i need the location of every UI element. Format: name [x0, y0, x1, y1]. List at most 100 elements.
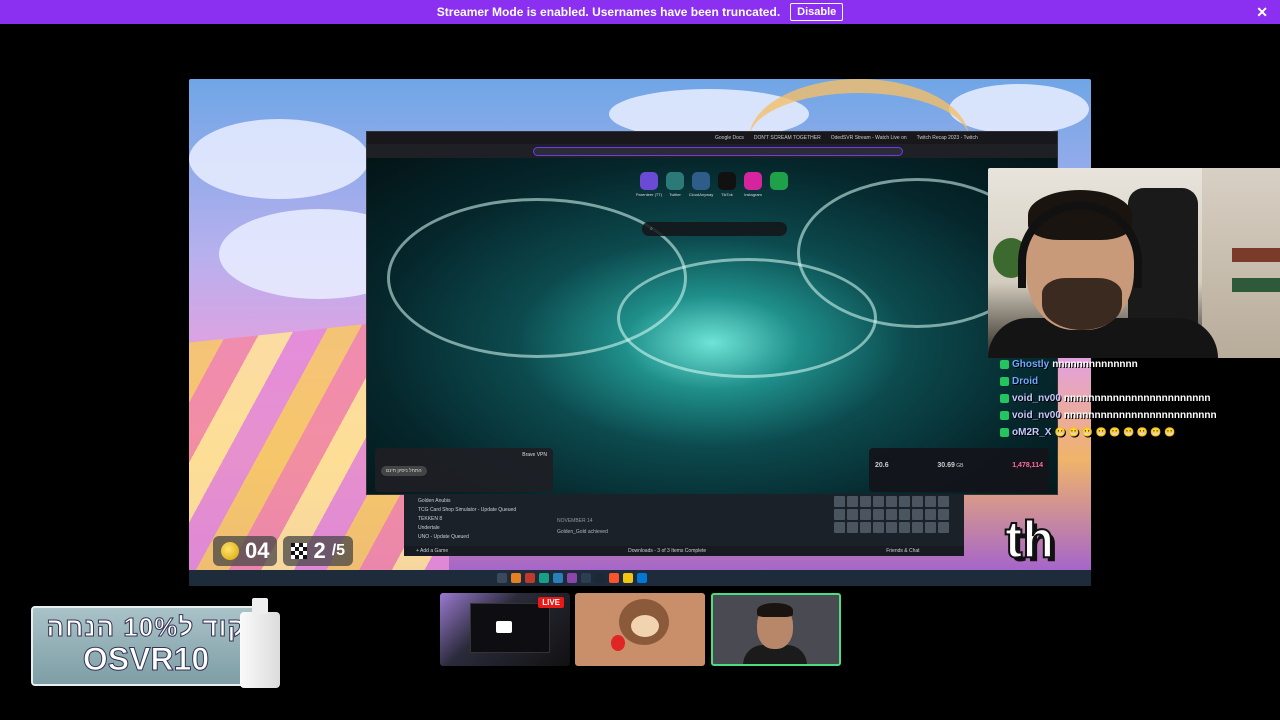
app-icon[interactable] — [511, 573, 521, 583]
shortcut-tile[interactable]: Twitter — [665, 172, 685, 197]
app-icon[interactable] — [567, 573, 577, 583]
steam-icon[interactable] — [595, 573, 605, 583]
badge-icon — [1000, 394, 1009, 403]
list-item[interactable]: TEKKEN 8 — [418, 516, 516, 522]
balloon-icon — [611, 635, 625, 651]
friends-chat-button[interactable]: Friends & Chat — [886, 548, 919, 554]
shortcut-tiles: Parenteer (TT) Twitter CloudAnyway TikTo… — [636, 172, 789, 197]
screen-share-icon — [496, 621, 512, 633]
close-icon[interactable]: ✕ — [1256, 4, 1268, 21]
windows-taskbar — [189, 570, 1091, 586]
chat-message: Droid — [1000, 373, 1240, 390]
list-item[interactable]: TCG Card Shop Simulator - Update Queued — [418, 507, 516, 513]
stream-thumbnail-bear[interactable] — [575, 593, 705, 666]
chat-text: nnnnnnnnnnnnnn — [1052, 359, 1138, 370]
chat-message: void_nv00 nnnnnnnnnnnnnnnnnnnnnnnn — [1000, 390, 1240, 407]
chat-message: void_nv00 nnnnnnnnnnnnnnnnnnnnnnnnn — [1000, 407, 1240, 424]
downloads-status[interactable]: Downloads - 3 of 3 Items Complete — [628, 548, 706, 554]
stream-thumbnail-live[interactable]: LIVE — [440, 593, 570, 666]
stat-value: 30.69 — [937, 462, 955, 469]
shortcut-tile[interactable] — [769, 172, 789, 197]
chat-username: void_nv00 — [1012, 393, 1061, 404]
chat-username: Droid — [1012, 376, 1039, 387]
list-item[interactable]: Golden Anubis — [418, 498, 516, 504]
windows-icon[interactable] — [637, 573, 647, 583]
disable-button[interactable]: Disable — [790, 3, 844, 21]
brave-icon[interactable] — [609, 573, 619, 583]
ocean-wallpaper — [367, 158, 1057, 494]
browser-tab[interactable]: DON'T SCREAM TOGETHER — [754, 135, 821, 141]
badge-icon — [1000, 360, 1009, 369]
game-hud: 04 2/5 — [213, 536, 354, 566]
cloud-decoration — [949, 84, 1089, 134]
shared-browser-window: Google Docs DON'T SCREAM TOGETHER OdedSV… — [366, 131, 1058, 495]
browser-toolbar — [367, 144, 1057, 158]
steam-footer: + Add a Game Downloads - 3 of 3 Items Co… — [404, 546, 964, 556]
stat-value: 20.6 — [875, 462, 889, 469]
list-item[interactable]: Undertale — [418, 525, 516, 531]
stat-unit: GB — [956, 463, 964, 469]
stream-thumbnail-webcam[interactable] — [711, 593, 841, 666]
cloud-icon — [692, 172, 710, 190]
search-input[interactable]: ⌕ — [642, 222, 787, 236]
chat-message: Ghostly nnnnnnnnnnnnnn — [1000, 356, 1240, 373]
badge-icon — [1000, 411, 1009, 420]
twitch-icon — [640, 172, 658, 190]
coin-icon — [221, 542, 239, 560]
checkered-flag-icon — [291, 543, 308, 559]
stat-value: 1,478,114 — [1012, 462, 1043, 469]
privacy-stats-card: 20.6 30.69 GB 1,478,114 — [869, 448, 1049, 492]
shortcut-tile[interactable]: Instagram — [743, 172, 763, 197]
chat-username: void_nv00 — [1012, 410, 1061, 421]
shortcut-tile[interactable]: TikTok — [717, 172, 737, 197]
badge-icon — [1000, 428, 1009, 437]
chat-text: nnnnnnnnnnnnnnnnnnnnnnnnn — [1063, 410, 1217, 421]
cloud-decoration — [189, 119, 369, 199]
chat-message: oM2R_X 😬 😬 😬 😬 😬 😬 😬 😬 😬 — [1000, 424, 1240, 441]
badge-icon — [1000, 377, 1009, 386]
twitter-icon — [666, 172, 684, 190]
shortcut-tile[interactable]: CloudAnyway — [689, 172, 713, 197]
folder-icon[interactable] — [623, 573, 633, 583]
vpn-card: Brave VPN התחל ניסיון חינם — [375, 448, 553, 492]
chat-text: nnnnnnnnnnnnnnnnnnnnnnnn — [1063, 393, 1211, 404]
streamer-mode-banner: Streamer Mode is enabled. Usernames have… — [0, 0, 1280, 24]
browser-tab[interactable]: OdedSVR Stream - Watch Live on — [831, 135, 907, 141]
chat-username: oM2R_X — [1012, 427, 1052, 438]
chat-overlay: Ghostly nnnnnnnnnnnnnn Droid void_nv00 n… — [1000, 356, 1240, 441]
promo-heading: קוד ל10% הנחה — [46, 612, 246, 643]
list-item[interactable]: UNO - Update Queued — [418, 534, 516, 540]
browser-tab[interactable]: Google Docs — [715, 135, 744, 141]
browser-tab[interactable]: Twitch Recap 2023 - Twitch — [917, 135, 978, 141]
shortcut-tile[interactable]: Parenteer (TT) — [636, 172, 662, 197]
app-icon[interactable] — [525, 573, 535, 583]
app-icon[interactable] — [581, 573, 591, 583]
coin-counter: 04 — [213, 536, 278, 566]
shelf-decoration — [1202, 168, 1280, 358]
address-bar[interactable] — [533, 146, 903, 156]
lap-counter: 2/5 — [283, 536, 354, 566]
chat-username: Ghostly — [1012, 359, 1050, 370]
add-game-button[interactable]: + Add a Game — [416, 548, 448, 554]
steam-game-list: Golden Anubis TCG Card Shop Simulator - … — [418, 498, 516, 540]
app-icon — [770, 172, 788, 190]
game-logo: th — [1004, 510, 1055, 570]
webcam-overlay — [988, 168, 1280, 358]
perfume-bottle-image — [238, 598, 282, 688]
tiktok-icon — [718, 172, 736, 190]
browser-tab-strip: Google Docs DON'T SCREAM TOGETHER OdedSV… — [367, 132, 1057, 144]
steam-library-panel: Golden Anubis TCG Card Shop Simulator - … — [404, 494, 964, 556]
app-icon[interactable] — [539, 573, 549, 583]
app-icon[interactable] — [553, 573, 563, 583]
vpn-title: Brave VPN — [522, 452, 547, 458]
instagram-icon — [744, 172, 762, 190]
discount-code-banner: קוד ל10% הנחה OSVR10 — [31, 606, 261, 686]
promo-code: OSVR10 — [82, 641, 210, 677]
vpn-trial-button[interactable]: התחל ניסיון חינם — [381, 466, 427, 476]
activity-text: Golden_Gold achieved — [557, 529, 608, 535]
live-badge: LIVE — [538, 597, 564, 608]
banner-text: Streamer Mode is enabled. Usernames have… — [436, 5, 781, 19]
search-icon[interactable] — [497, 573, 507, 583]
activity-date: NOVEMBER 14 — [557, 518, 593, 524]
stream-viewer: Streamer Mode is enabled. Usernames have… — [0, 0, 1280, 720]
